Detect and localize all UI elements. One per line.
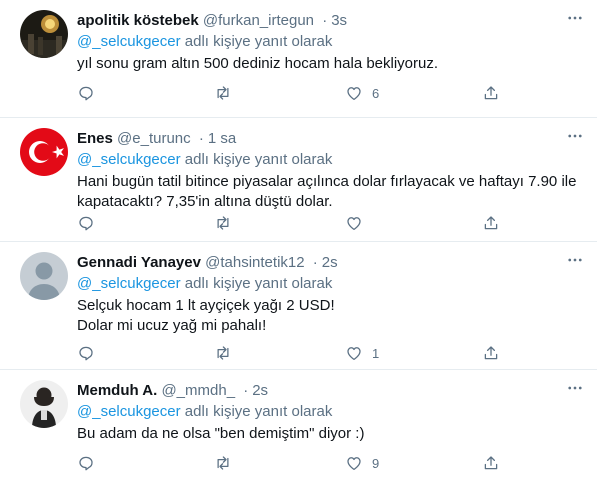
tweet-actions: 1 bbox=[77, 342, 507, 364]
more-options-icon[interactable] bbox=[563, 378, 587, 398]
heart-icon bbox=[347, 217, 361, 231]
display-name[interactable]: Gennadi Yanayev bbox=[77, 254, 201, 271]
retweet-icon bbox=[217, 456, 229, 470]
timestamp[interactable]: 1 sa bbox=[208, 130, 236, 147]
share-icon bbox=[484, 346, 498, 360]
replying-to: @_selcukgecer adlı kişiye yanıt olarak bbox=[77, 32, 581, 52]
tweet-header: Gennadi Yanayev @tahsintetik12 · 2s bbox=[77, 253, 581, 273]
reply-icon bbox=[79, 346, 93, 361]
tweet[interactable]: Gennadi Yanayev @tahsintetik12 · 2s @_sel… bbox=[0, 242, 597, 370]
share-icon bbox=[484, 86, 498, 100]
replying-to-label: adlı kişiye yanıt olarak bbox=[180, 33, 333, 50]
retweet-button[interactable] bbox=[214, 342, 241, 364]
reply-button[interactable] bbox=[77, 82, 104, 104]
tweet-actions: 9 bbox=[77, 452, 507, 474]
tweet-actions bbox=[77, 212, 507, 234]
display-name[interactable]: Memduh A. bbox=[77, 382, 157, 399]
like-button[interactable]: 9 bbox=[345, 452, 379, 474]
like-count: 6 bbox=[372, 85, 380, 101]
separator-dot: · bbox=[198, 130, 204, 147]
tweet[interactable]: Enes @e_turunc · 1 sa @_selcukgecer adlı … bbox=[0, 118, 597, 242]
reply-mention-link[interactable]: @_selcukgecer bbox=[77, 33, 181, 50]
replying-to: @_selcukgecer adlı kişiye yanıt olarak bbox=[77, 402, 581, 422]
separator-dot: · bbox=[312, 254, 318, 271]
share-icon bbox=[484, 456, 498, 470]
tweet-actions: 6 bbox=[77, 82, 507, 104]
heart-icon bbox=[347, 457, 361, 471]
like-count: 9 bbox=[372, 455, 380, 471]
timestamp[interactable]: 2s bbox=[322, 254, 338, 271]
like-button[interactable]: 1 bbox=[345, 342, 379, 364]
reply-icon bbox=[79, 216, 93, 231]
like-count: 1 bbox=[372, 345, 380, 361]
like-button[interactable]: 6 bbox=[345, 82, 379, 104]
separator-dot: · bbox=[243, 382, 249, 399]
night-crowd-avatar[interactable] bbox=[20, 10, 68, 58]
tweet-text: Hani bugün tatil bitince piyasalar açılı… bbox=[77, 173, 577, 210]
more-options-icon[interactable] bbox=[563, 8, 587, 28]
reply-mention-link[interactable]: @_selcukgecer bbox=[77, 275, 181, 292]
tweet-body: Gennadi Yanayev @tahsintetik12 · 2s @_sel… bbox=[77, 253, 581, 336]
timestamp[interactable]: 2s bbox=[252, 382, 268, 399]
reply-button[interactable] bbox=[77, 452, 104, 474]
reply-icon bbox=[79, 86, 93, 101]
retweet-button[interactable] bbox=[214, 212, 241, 234]
share-button[interactable] bbox=[482, 452, 500, 474]
share-button[interactable] bbox=[482, 212, 500, 234]
tweet-header: apolitik köstebek @furkan_irtegun · 3s bbox=[77, 11, 581, 31]
retweet-icon bbox=[217, 86, 229, 100]
reply-feed: apolitik köstebek @furkan_irtegun · 3s @_… bbox=[0, 0, 597, 484]
reply-button[interactable] bbox=[77, 342, 104, 364]
display-name[interactable]: apolitik köstebek bbox=[77, 12, 199, 29]
more-options-icon[interactable] bbox=[563, 250, 587, 270]
replying-to: @_selcukgecer adlı kişiye yanıt olarak bbox=[77, 274, 581, 294]
tweet-header: Memduh A. @_mmdh_ · 2s bbox=[77, 381, 581, 401]
display-name[interactable]: Enes bbox=[77, 130, 113, 147]
retweet-button[interactable] bbox=[214, 452, 241, 474]
replying-to-label: adlı kişiye yanıt olarak bbox=[180, 151, 333, 168]
tweet[interactable]: apolitik köstebek @furkan_irtegun · 3s @_… bbox=[0, 0, 597, 118]
tweet-text: yıl sonu gram altın 500 dediniz hocam ha… bbox=[77, 55, 439, 72]
person-photo-avatar[interactable] bbox=[20, 380, 68, 428]
user-handle[interactable]: @_mmdh_ bbox=[161, 382, 235, 399]
replying-to-label: adlı kişiye yanıt olarak bbox=[180, 403, 333, 420]
user-handle[interactable]: @e_turunc bbox=[117, 130, 191, 147]
heart-icon bbox=[347, 87, 361, 101]
tweet-text: Bu adam da ne olsa "ben demiştim" diyor … bbox=[77, 425, 365, 442]
reply-icon bbox=[79, 456, 93, 471]
reply-mention-link[interactable]: @_selcukgecer bbox=[77, 151, 181, 168]
heart-icon bbox=[347, 347, 361, 361]
user-handle[interactable]: @tahsintetik12 bbox=[205, 254, 304, 271]
tweet-body: Enes @e_turunc · 1 sa @_selcukgecer adlı … bbox=[77, 129, 581, 212]
retweet-icon bbox=[217, 216, 229, 230]
retweet-icon bbox=[217, 346, 229, 360]
user-handle[interactable]: @furkan_irtegun bbox=[203, 12, 314, 29]
more-options-icon[interactable] bbox=[563, 126, 587, 146]
share-button[interactable] bbox=[482, 342, 500, 364]
tweet-body: Memduh A. @_mmdh_ · 2s @_selcukgecer adlı… bbox=[77, 381, 581, 444]
tweet-header: Enes @e_turunc · 1 sa bbox=[77, 129, 581, 149]
like-button[interactable] bbox=[345, 212, 372, 234]
turkish-flag-avatar[interactable] bbox=[20, 128, 68, 176]
timestamp[interactable]: 3s bbox=[331, 12, 347, 29]
reply-mention-link[interactable]: @_selcukgecer bbox=[77, 403, 181, 420]
default-profile-avatar[interactable] bbox=[20, 252, 68, 300]
share-icon bbox=[484, 216, 498, 230]
share-button[interactable] bbox=[482, 82, 500, 104]
retweet-button[interactable] bbox=[214, 82, 241, 104]
replying-to-label: adlı kişiye yanıt olarak bbox=[180, 275, 333, 292]
tweet[interactable]: Memduh A. @_mmdh_ · 2s @_selcukgecer adlı… bbox=[0, 370, 597, 484]
tweet-body: apolitik köstebek @furkan_irtegun · 3s @_… bbox=[77, 11, 581, 74]
separator-dot: · bbox=[322, 12, 328, 29]
tweet-text: Selçuk hocam 1 lt ayçiçek yağı 2 USD! Do… bbox=[77, 297, 335, 334]
replying-to: @_selcukgecer adlı kişiye yanıt olarak bbox=[77, 150, 581, 170]
reply-button[interactable] bbox=[77, 212, 104, 234]
